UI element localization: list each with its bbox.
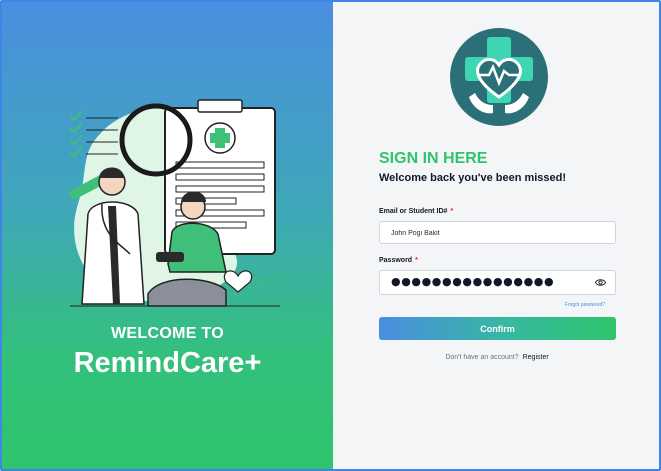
brand-name: RemindCare+ [73, 347, 262, 379]
app-window: WELCOME TO RemindCare+ SIGN IN HERE Welc… [0, 0, 661, 471]
email-label-text: Email or Student ID# [379, 208, 448, 215]
confirm-button[interactable]: Confirm [379, 317, 616, 340]
welcome-panel: WELCOME TO RemindCare+ [2, 2, 333, 469]
doctor-patient-illustration [69, 99, 282, 307]
welcome-heading: WELCOME TO [111, 325, 224, 342]
required-asterisk: * [415, 257, 418, 264]
email-input[interactable] [380, 223, 580, 244]
sign-in-title: SIGN IN HERE [379, 150, 488, 167]
register-link[interactable]: Register [523, 354, 549, 361]
register-prompt: Don't have an account? Register [333, 354, 659, 361]
forgot-password-link[interactable]: Forgot password? [565, 302, 605, 308]
no-account-text: Don't have an account? [445, 354, 519, 361]
password-label: Password * [379, 257, 418, 264]
sign-in-subtitle: Welcome back you've been missed! [379, 172, 567, 184]
password-field[interactable]: ●●●●●●●●●●●●●●●● [379, 270, 616, 295]
heart-cross-logo-icon [450, 28, 548, 126]
email-label: Email or Student ID# * [379, 208, 453, 215]
sign-in-panel: SIGN IN HERE Welcome back you've been mi… [333, 2, 659, 469]
email-field[interactable] [379, 221, 616, 244]
password-masked-value[interactable]: ●●●●●●●●●●●●●●●● [391, 275, 554, 288]
required-asterisk: * [450, 208, 454, 215]
eye-icon[interactable] [595, 277, 606, 288]
password-label-text: Password [379, 257, 413, 264]
